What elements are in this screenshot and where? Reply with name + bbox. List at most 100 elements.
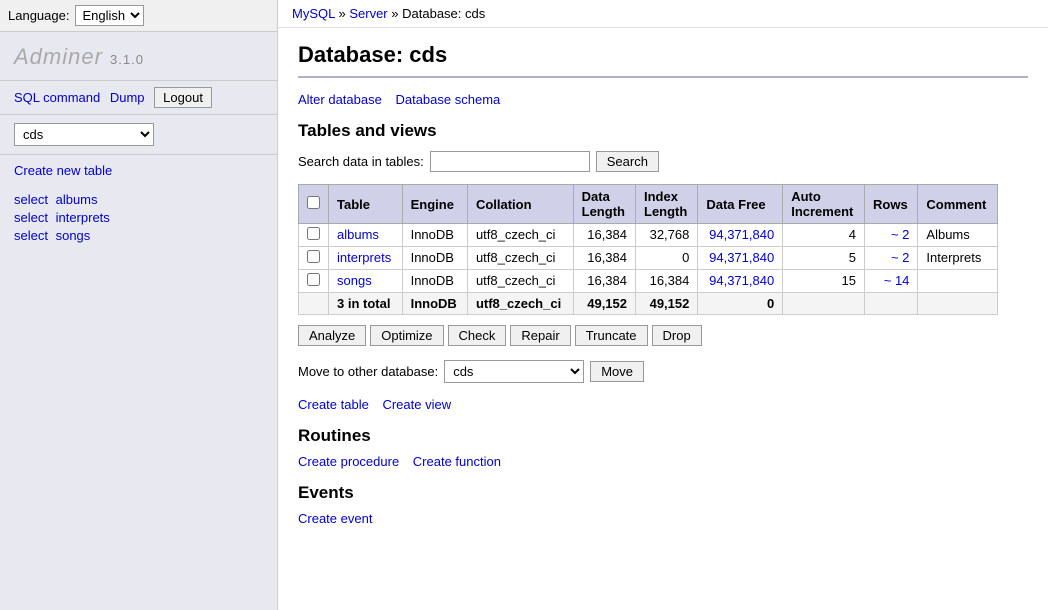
row-auto-increment: 5 [783, 247, 865, 270]
table-row: songs InnoDB utf8_czech_ci 16,384 16,384… [299, 270, 998, 293]
rows-link[interactable]: ~ 2 [891, 250, 909, 265]
optimize-button[interactable]: Optimize [370, 325, 443, 346]
row-index-length: 0 [636, 247, 698, 270]
breadcrumb-server[interactable]: Server [349, 6, 387, 21]
col-header-engine: Engine [402, 185, 467, 224]
row-data-free: 94,371,840 [698, 270, 783, 293]
drop-button[interactable]: Drop [652, 325, 702, 346]
total-collation: utf8_czech_ci [467, 293, 573, 315]
create-new-table-link[interactable]: Create new table [0, 155, 277, 188]
row-rows: ~ 2 [865, 224, 918, 247]
rows-link[interactable]: ~ 14 [884, 273, 910, 288]
row-engine: InnoDB [402, 247, 467, 270]
data-free-link[interactable]: 94,371,840 [709, 250, 774, 265]
tables-table: Table Engine Collation DataLength IndexL… [298, 184, 998, 315]
alter-database-link[interactable]: Alter database [298, 92, 382, 107]
dump-link[interactable]: Dump [110, 90, 145, 105]
breadcrumb-current: Database: cds [402, 6, 485, 21]
row-data-length: 16,384 [573, 247, 635, 270]
move-label: Move to other database: [298, 364, 438, 379]
row-engine: InnoDB [402, 270, 467, 293]
rows-link[interactable]: ~ 2 [891, 227, 909, 242]
total-data-free: 0 [698, 293, 783, 315]
logout-button[interactable]: Logout [154, 87, 212, 108]
row-comment: Interprets [918, 247, 998, 270]
select-songs-link[interactable]: select [14, 228, 48, 243]
truncate-button[interactable]: Truncate [575, 325, 648, 346]
row-comment [918, 270, 998, 293]
row-checkbox[interactable] [307, 250, 320, 263]
table-name-link[interactable]: interprets [337, 250, 391, 265]
col-header-index-length: IndexLength [636, 185, 698, 224]
col-header-data-length: DataLength [573, 185, 635, 224]
move-button[interactable]: Move [590, 361, 644, 382]
table-total-row: 3 in total InnoDB utf8_czech_ci 49,152 4… [299, 293, 998, 315]
songs-link[interactable]: songs [56, 228, 91, 243]
row-rows: ~ 2 [865, 247, 918, 270]
create-function-link[interactable]: Create function [413, 454, 501, 469]
search-label: Search data in tables: [298, 154, 424, 169]
col-header-collation: Collation [467, 185, 573, 224]
table-action-buttons: Analyze Optimize Check Repair Truncate D… [298, 325, 1028, 346]
total-data-length: 49,152 [573, 293, 635, 315]
language-select[interactable]: English [75, 5, 144, 26]
row-collation: utf8_czech_ci [467, 224, 573, 247]
sql-command-link[interactable]: SQL command [14, 90, 100, 105]
col-header-auto-increment: AutoIncrement [783, 185, 865, 224]
albums-link[interactable]: albums [56, 192, 98, 207]
row-checkbox[interactable] [307, 227, 320, 240]
breadcrumb-sep1: » [338, 6, 345, 21]
move-db-select[interactable]: cds [444, 360, 584, 383]
col-header-table: Table [329, 185, 403, 224]
breadcrumb: MySQL » Server » Database: cds [278, 0, 1048, 28]
total-engine: InnoDB [402, 293, 467, 315]
data-free-link[interactable]: 94,371,840 [709, 273, 774, 288]
breadcrumb-mysql[interactable]: MySQL [292, 6, 335, 21]
col-header-check [299, 185, 329, 224]
col-header-data-free: Data Free [698, 185, 783, 224]
check-button[interactable]: Check [448, 325, 507, 346]
total-index-length: 49,152 [636, 293, 698, 315]
repair-button[interactable]: Repair [510, 325, 570, 346]
row-index-length: 32,768 [636, 224, 698, 247]
row-engine: InnoDB [402, 224, 467, 247]
create-procedure-link[interactable]: Create procedure [298, 454, 399, 469]
database-select[interactable]: cds [14, 123, 154, 146]
select-all-checkbox[interactable] [307, 196, 320, 209]
data-free-link[interactable]: 94,371,840 [709, 227, 774, 242]
row-index-length: 16,384 [636, 270, 698, 293]
create-event-link[interactable]: Create event [298, 511, 372, 526]
language-label: Language: [8, 8, 69, 23]
table-name-link[interactable]: songs [337, 273, 372, 288]
select-interprets-link[interactable]: select [14, 210, 48, 225]
create-table-link[interactable]: Create table [298, 397, 369, 412]
search-button[interactable]: Search [596, 151, 659, 172]
row-data-free: 94,371,840 [698, 224, 783, 247]
row-collation: utf8_czech_ci [467, 247, 573, 270]
analyze-button[interactable]: Analyze [298, 325, 366, 346]
row-data-length: 16,384 [573, 270, 635, 293]
col-header-comment: Comment [918, 185, 998, 224]
col-header-rows: Rows [865, 185, 918, 224]
create-view-link[interactable]: Create view [382, 397, 451, 412]
select-albums-link[interactable]: select [14, 192, 48, 207]
row-collation: utf8_czech_ci [467, 270, 573, 293]
events-title: Events [298, 483, 1028, 503]
row-rows: ~ 14 [865, 270, 918, 293]
row-checkbox[interactable] [307, 273, 320, 286]
row-data-length: 16,384 [573, 224, 635, 247]
search-input[interactable] [430, 151, 590, 172]
tables-section-title: Tables and views [298, 121, 1028, 141]
routines-title: Routines [298, 426, 1028, 446]
row-auto-increment: 15 [783, 270, 865, 293]
table-row: albums InnoDB utf8_czech_ci 16,384 32,76… [299, 224, 998, 247]
interprets-link[interactable]: interprets [56, 210, 110, 225]
breadcrumb-sep2: » [391, 6, 398, 21]
row-data-free: 94,371,840 [698, 247, 783, 270]
row-auto-increment: 4 [783, 224, 865, 247]
database-schema-link[interactable]: Database schema [395, 92, 500, 107]
row-comment: Albums [918, 224, 998, 247]
adminer-logo: Adminer 3.1.0 [0, 32, 277, 80]
total-label: 3 in total [329, 293, 403, 315]
table-name-link[interactable]: albums [337, 227, 379, 242]
